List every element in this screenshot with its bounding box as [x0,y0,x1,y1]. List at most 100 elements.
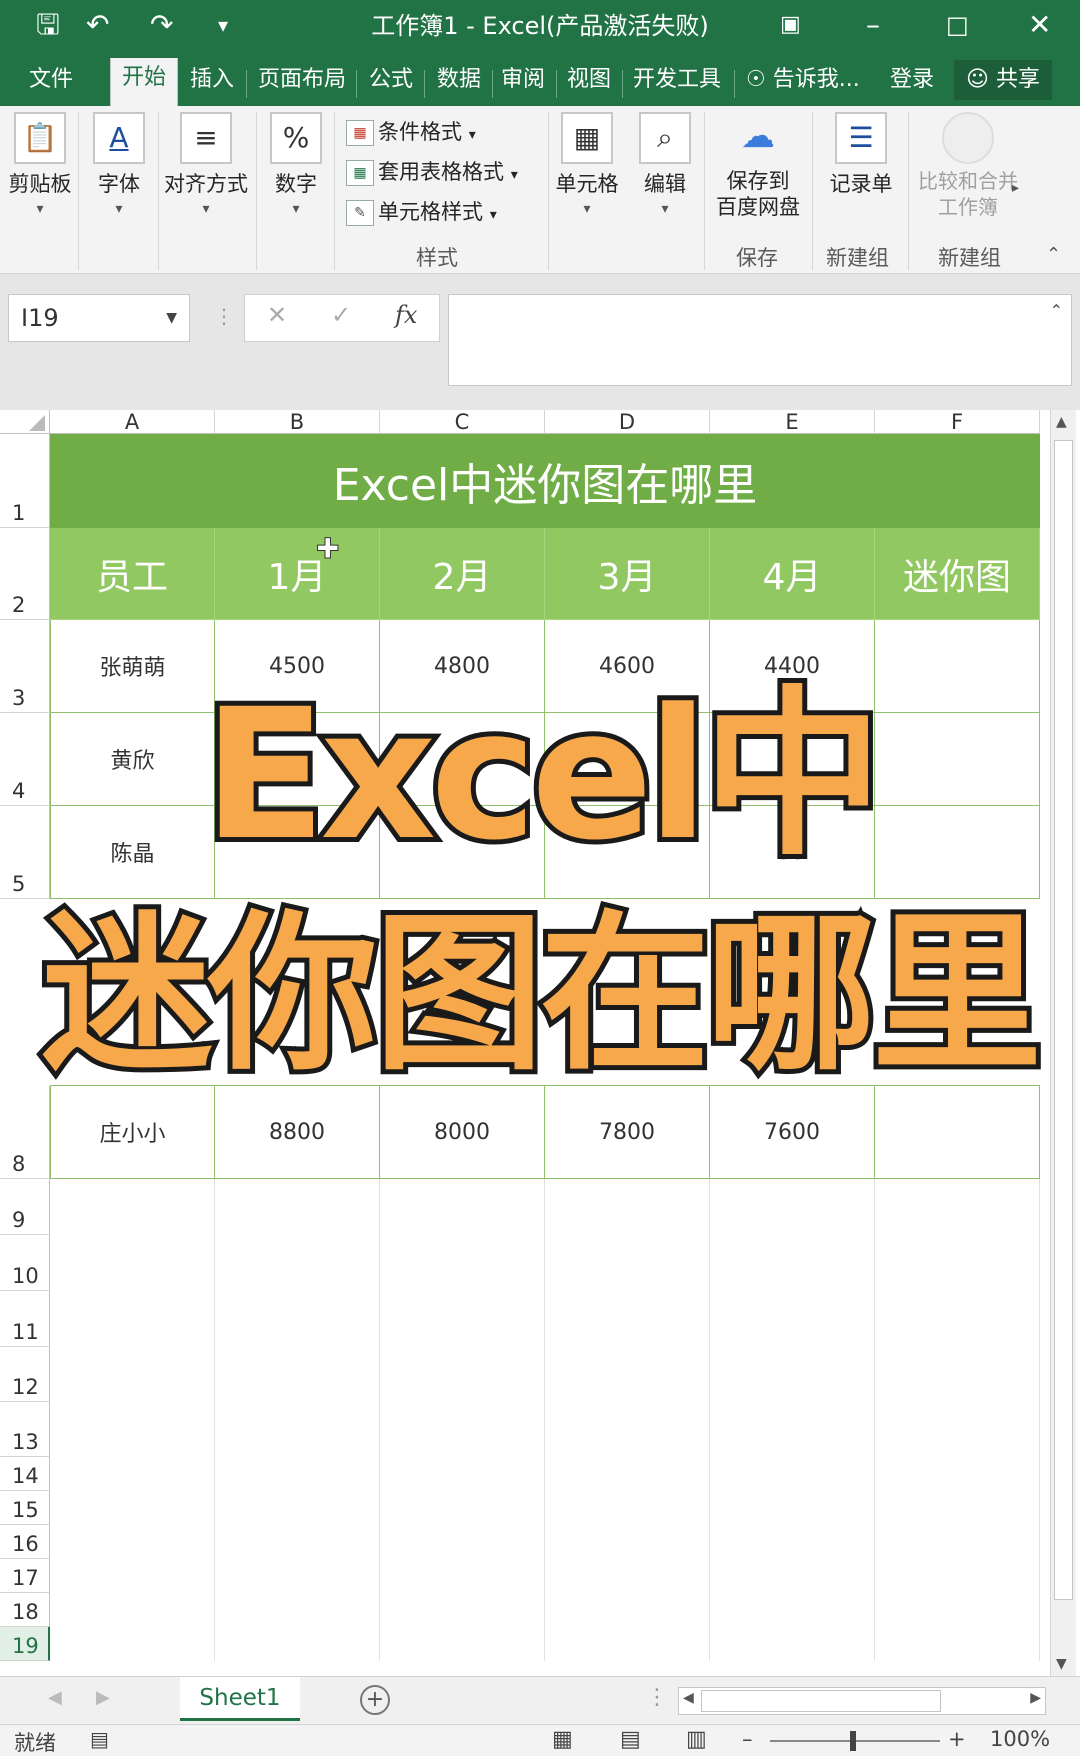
tab-formulas[interactable]: 公式 [360,60,422,106]
header-cell-sparkline[interactable]: 迷你图 [875,528,1040,620]
page-layout-view-icon[interactable]: ▤ [620,1727,641,1752]
zoom-level[interactable]: 100% [990,1727,1050,1751]
login-link[interactable]: 登录 [882,60,942,106]
cell-styles-button[interactable]: ✎ 单元格样式 ▾ [346,196,497,226]
format-as-table-button[interactable]: ▦ 套用表格格式 ▾ [346,156,518,186]
maximize-icon[interactable]: □ [946,5,969,45]
row-header-5[interactable]: 5 [0,806,50,899]
tab-insert[interactable]: 插入 [182,60,242,106]
row-header-3[interactable]: 3 [0,620,50,713]
row-header-17[interactable]: 17 [0,1559,50,1593]
column-header-f[interactable]: F [875,410,1040,434]
compare-merge-button[interactable]: 比较和合并 工作簿 [912,112,1024,220]
overlay-caption-line2: 迷你图在哪里 [37,895,1047,1095]
horizontal-scroll-thumb[interactable] [701,1690,941,1712]
column-header-a[interactable]: A [50,410,215,434]
close-icon[interactable]: ✕ [1028,5,1051,45]
row-header-10[interactable]: 10 [0,1235,50,1291]
header-cell-feb[interactable]: 2月 [380,528,545,620]
tab-review[interactable]: 审阅 [494,60,552,106]
page-break-view-icon[interactable]: ▥ [686,1727,707,1752]
row-header-15[interactable]: 15 [0,1491,50,1525]
chevron-right-icon[interactable]: ▸ [1012,180,1019,196]
table-cell[interactable]: 7800 [545,1086,710,1179]
row-header-12[interactable]: 12 [0,1347,50,1402]
minimize-icon[interactable]: – [866,5,880,45]
header-cell-jan[interactable]: 1月 [215,528,380,620]
chevron-down-icon: ▾ [36,201,44,217]
share-button[interactable]: ☺ 共享 [954,60,1052,100]
cancel-icon[interactable]: ✕ [267,301,287,329]
tab-page-layout[interactable]: 页面布局 [250,60,354,106]
table-cell[interactable]: 8800 [215,1086,380,1179]
tab-view[interactable]: 视图 [558,60,620,106]
row-header-4[interactable]: 4 [0,713,50,806]
empty-grid-area [50,1179,1040,1661]
ribbon-display-icon[interactable]: ▣ [780,5,801,45]
enter-icon[interactable]: ✓ [331,301,351,329]
table-cell[interactable]: 庄小小 [50,1086,215,1179]
row-header-11[interactable]: 11 [0,1291,50,1347]
add-sheet-icon[interactable]: + [360,1685,390,1715]
horizontal-scrollbar[interactable]: ◀ ▶ [678,1687,1046,1715]
zoom-in-icon[interactable]: + [948,1727,966,1751]
conditional-format-button[interactable]: ▦ 条件格式 ▾ [346,116,476,146]
collapse-ribbon-icon[interactable]: ⌃ [1046,244,1061,265]
sheet-title-cell[interactable]: Excel中迷你图在哪里 [50,434,1040,528]
table-cell[interactable]: 8000 [380,1086,545,1179]
tab-data[interactable]: 数据 [428,60,490,106]
row-header-1[interactable]: 1 [0,434,50,528]
header-cell-apr[interactable]: 4月 [710,528,875,620]
cells-icon: ▦ [561,112,613,164]
font-button[interactable]: A 字体 ▾ [84,112,154,220]
tell-me-search[interactable]: ☉ 告诉我... [746,60,872,106]
row-header-9[interactable]: 9 [0,1179,50,1235]
prev-sheet-icon[interactable]: ◀ [48,1687,62,1708]
save-to-baidu-button[interactable]: ☁ 保存到 百度网盘 [708,112,808,220]
row-header-14[interactable]: 14 [0,1457,50,1491]
row-header-19[interactable]: 19 [0,1627,50,1661]
column-header-e[interactable]: E [710,410,875,434]
normal-view-icon[interactable]: ▦ [552,1727,573,1752]
tab-home[interactable]: 开始 [110,58,178,106]
column-header-b[interactable]: B [215,410,380,434]
next-sheet-icon[interactable]: ▶ [96,1687,110,1708]
function-icon[interactable]: fx [395,301,417,329]
row-header-16[interactable]: 16 [0,1525,50,1559]
scroll-up-icon[interactable]: ▲ [1056,414,1067,430]
chevron-down-icon: ▾ [583,201,591,217]
more-icon: ⋮ [214,304,234,328]
record-sheet-button[interactable]: ☰ 记录单 [816,112,906,198]
scroll-right-icon[interactable]: ▶ [1030,1690,1041,1706]
formula-input[interactable]: ⌃ [448,294,1072,386]
chevron-down-icon[interactable]: ▼ [166,295,177,341]
name-box[interactable]: I19 ▼ [8,294,190,342]
select-all-corner[interactable] [0,410,50,434]
scroll-down-icon[interactable]: ▼ [1056,1656,1067,1672]
table-cell[interactable]: 7600 [710,1086,875,1179]
table-cell[interactable] [875,1086,1040,1179]
row-header-18[interactable]: 18 [0,1593,50,1627]
collapse-icon[interactable]: ⌃ [1050,301,1063,320]
zoom-slider[interactable] [770,1731,940,1751]
scroll-left-icon[interactable]: ◀ [683,1690,694,1706]
header-cell-mar[interactable]: 3月 [545,528,710,620]
row-header-8[interactable]: 8 [0,1086,50,1179]
editing-button[interactable]: ⌕ 编辑 ▾ [630,112,700,220]
row-header-13[interactable]: 13 [0,1402,50,1457]
tab-file[interactable]: 文件 [14,60,88,106]
cells-button[interactable]: ▦ 单元格 ▾ [552,112,622,220]
header-cell-employee[interactable]: 员工 [50,528,215,620]
column-header-c[interactable]: C [380,410,545,434]
more-icon: ⋮ [646,1685,668,1710]
column-header-d[interactable]: D [545,410,710,434]
alignment-button[interactable]: ≡ 对齐方式 ▾ [160,112,252,220]
tab-developer[interactable]: 开发工具 [626,60,728,106]
number-button[interactable]: % 数字 ▾ [262,112,330,220]
zoom-out-icon[interactable]: – [742,1727,753,1751]
clipboard-button[interactable]: 📋 剪贴板 ▾ [4,112,76,220]
sheet-tab-sheet1[interactable]: Sheet1 [180,1677,300,1721]
macro-record-icon[interactable]: ▤ [90,1727,109,1751]
row-header-2[interactable]: 2 [0,528,50,620]
ribbon-tabs: 文件 开始 插入 页面布局 公式 数据 审阅 视图 开发工具 ☉ 告诉我... … [0,50,1080,106]
